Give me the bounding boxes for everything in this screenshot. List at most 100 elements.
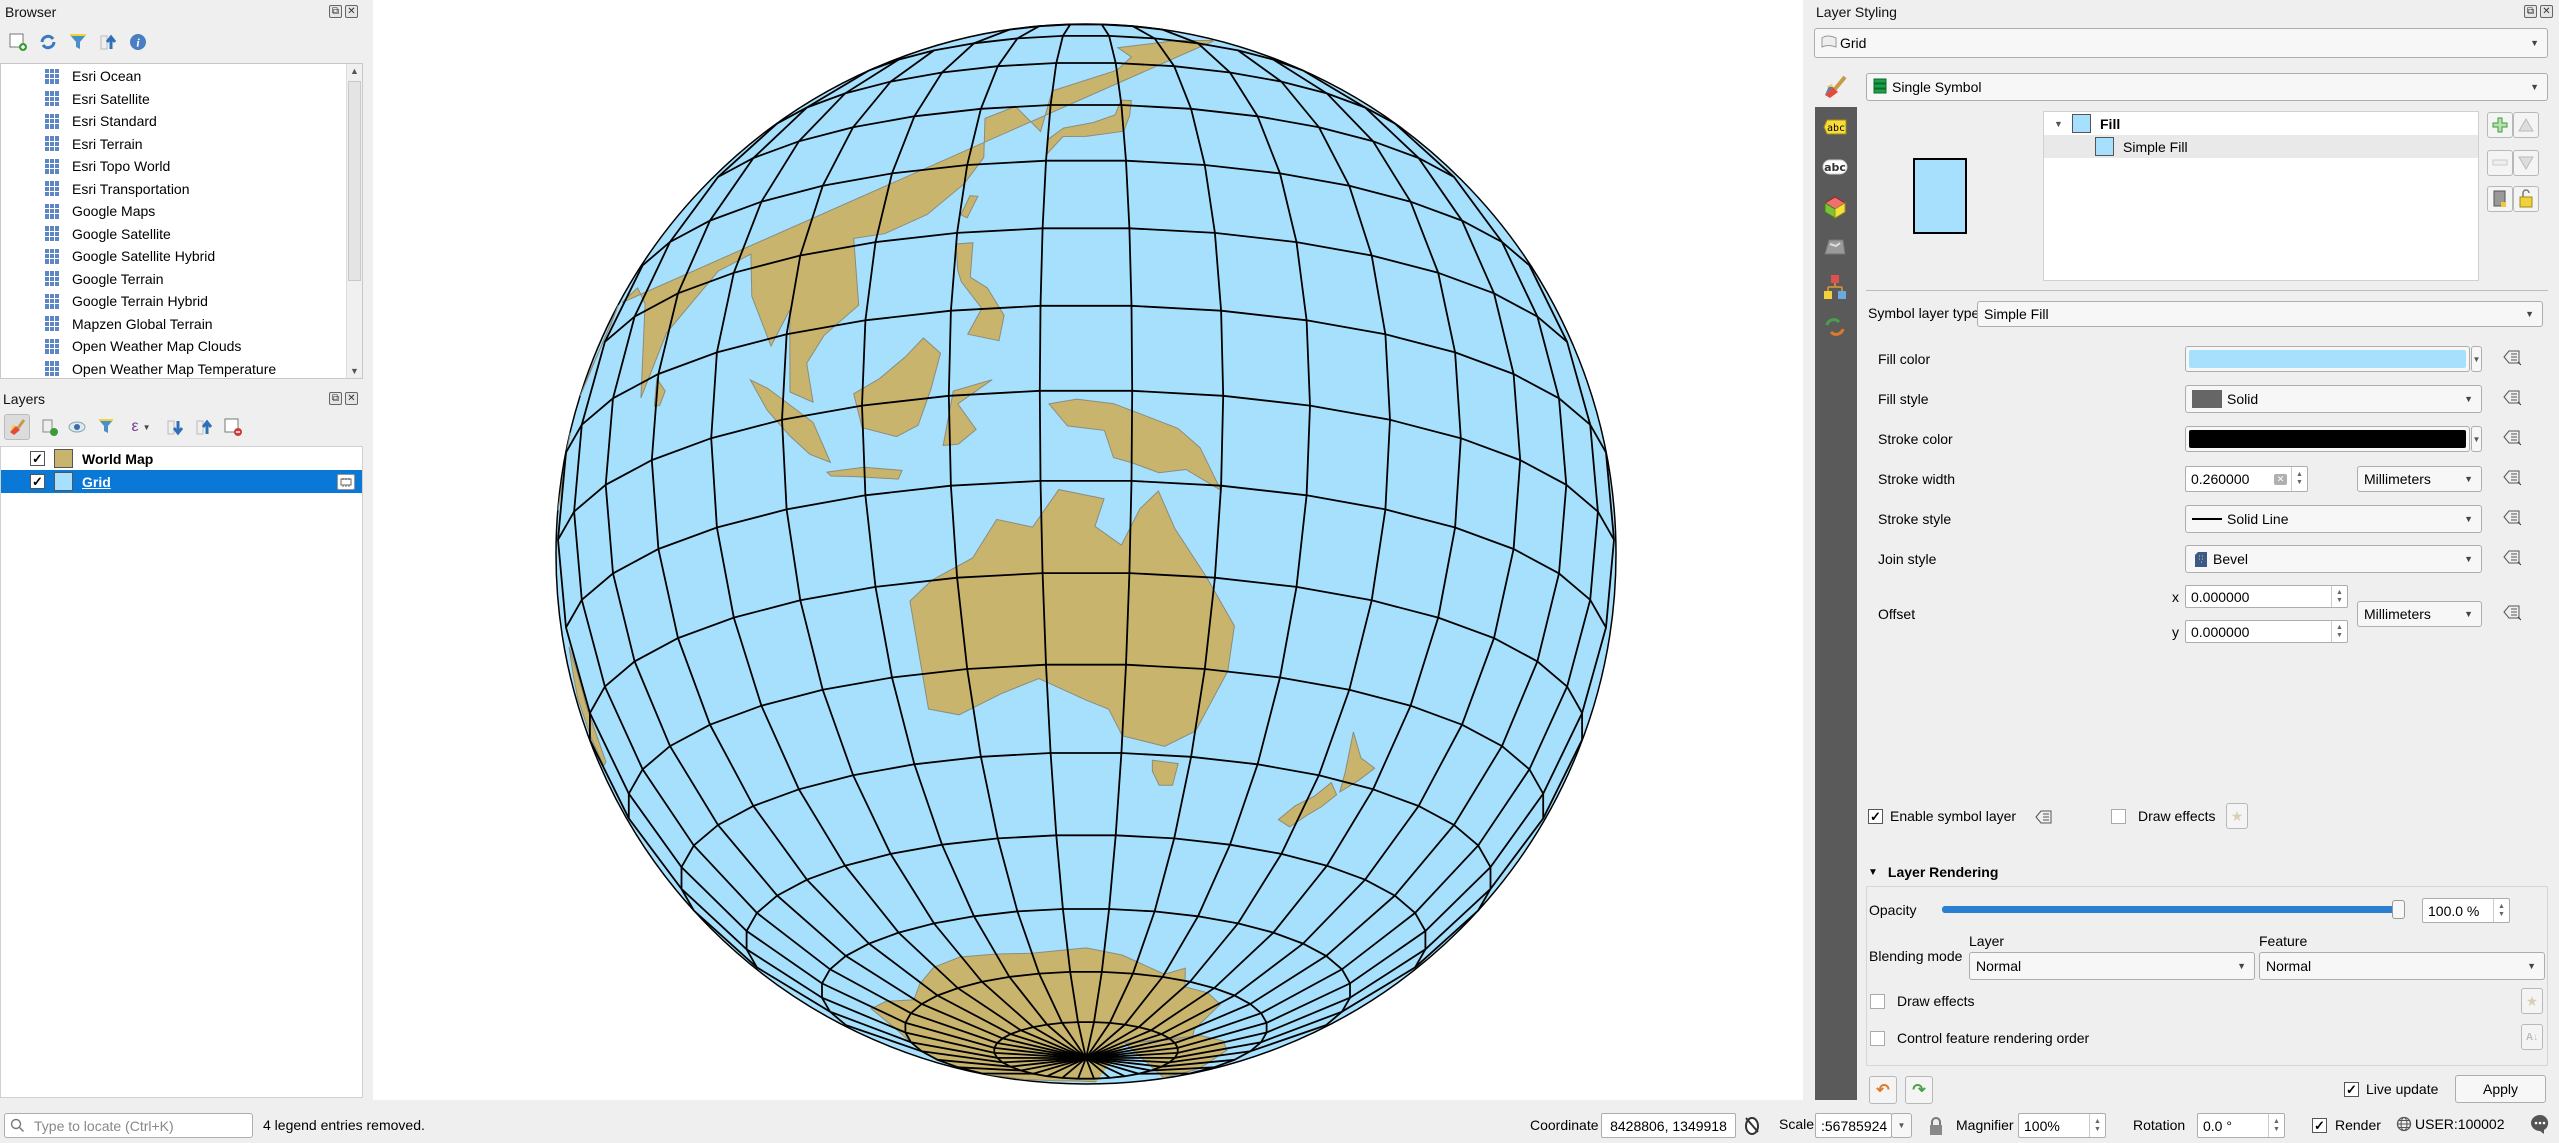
data-defined-override-icon[interactable] (2503, 389, 2521, 407)
draw-effects-checkbox[interactable]: Draw effects (2111, 808, 2216, 824)
data-defined-override-icon[interactable] (2503, 604, 2521, 622)
render-draw-effects-checkbox[interactable]: Draw effects (1870, 993, 1975, 1009)
effects-settings-button[interactable]: ★ (2226, 803, 2248, 829)
render-checkbox[interactable]: ✓ Render (2312, 1117, 2381, 1133)
data-defined-override-icon[interactable] (2503, 349, 2521, 367)
data-defined-override-icon[interactable] (2503, 509, 2521, 527)
float-panel-button[interactable]: ⧉ (329, 5, 342, 18)
render-effects-button[interactable]: ★ (2521, 988, 2543, 1014)
live-update-checkbox[interactable]: ✓ Live update (2344, 1081, 2438, 1097)
symbol-tree-child[interactable]: Simple Fill (2044, 135, 2478, 158)
stroke-width-input[interactable]: 0.260000 ✕ ▲ ▼ (2185, 466, 2308, 492)
spinbox-arrows[interactable]: ▲ ▼ (2089, 1114, 2105, 1137)
redo-button[interactable]: ↷ (1905, 1076, 1933, 1104)
offset-x-input[interactable]: 0.000000 ▲ ▼ (2185, 585, 2348, 608)
browser-item[interactable]: Esri Ocean (1, 65, 362, 88)
browser-tree[interactable]: Esri Ocean Esri Satellite Esri Standard Esr… (0, 63, 363, 379)
layer-visibility-checkbox[interactable]: ✓ (30, 451, 45, 466)
offset-unit-combo[interactable]: Millimeters ▼ (2357, 601, 2482, 627)
float-panel-button[interactable]: ⧉ (2524, 5, 2537, 18)
fill-color-button[interactable] (2185, 346, 2470, 372)
symbology-tab[interactable] (1816, 68, 1856, 108)
lock-color-button[interactable] (2513, 186, 2539, 212)
expression-filter-icon[interactable]: ε ▼ (126, 417, 156, 437)
add-layer-icon[interactable] (8, 32, 28, 52)
browser-item[interactable]: Esri Transportation (1, 178, 362, 201)
opacity-slider-handle[interactable] (2392, 900, 2405, 919)
stroke-color-button[interactable] (2185, 426, 2470, 452)
remove-layer-icon[interactable] (223, 417, 243, 437)
spinbox-arrows[interactable]: ▲ ▼ (2331, 621, 2347, 642)
browser-item[interactable]: Esri Standard (1, 110, 362, 133)
close-panel-button[interactable]: ✕ (345, 5, 358, 18)
browser-item[interactable]: Google Maps (1, 200, 362, 223)
info-icon[interactable]: i (128, 32, 148, 52)
apply-button[interactable]: Apply (2455, 1075, 2546, 1103)
browser-item[interactable]: Google Satellite (1, 223, 362, 246)
checkbox[interactable]: ✓ (1868, 808, 1883, 824)
magnifier-spinbox[interactable]: 100% ▲ ▼ (2018, 1113, 2106, 1138)
stroke-style-combo[interactable]: Solid Line ▼ (2185, 505, 2482, 533)
layer-visibility-checkbox[interactable]: ✓ (30, 474, 45, 489)
lock-scale-icon[interactable] (1928, 1116, 1944, 1139)
symbol-layer-type-combo[interactable]: Simple Fill ▼ (1977, 301, 2543, 327)
symbol-tree-root[interactable]: ▼ Fill (2044, 112, 2478, 135)
duplicate-symbol-layer-button[interactable] (2487, 186, 2513, 212)
offset-y-input[interactable]: 0.000000 ▲ ▼ (2185, 620, 2348, 643)
layer-row-world-map[interactable]: ✓ World Map (1, 447, 362, 470)
feature-blend-combo[interactable]: Normal ▼ (2259, 952, 2545, 980)
browser-item[interactable]: Esri Terrain (1, 133, 362, 156)
add-symbol-layer-button[interactable] (2487, 112, 2513, 138)
stroke-color-dropdown[interactable]: ▼ (2471, 426, 2482, 452)
layer-row-grid[interactable]: ✓ Grid (1, 470, 362, 493)
opacity-slider[interactable] (1942, 906, 2405, 913)
rendering-tab[interactable] (1815, 267, 1855, 307)
scrollbar-thumb[interactable] (348, 81, 361, 281)
browser-item[interactable]: Esri Topo World (1, 155, 362, 178)
scale-combo[interactable]: :56785924 (1815, 1113, 1892, 1138)
3d-view-tab[interactable] (1815, 187, 1855, 227)
opacity-spinbox[interactable]: 100.0 % ▲ ▼ (2422, 898, 2510, 923)
browser-item[interactable]: Open Weather Map Clouds (1, 335, 362, 358)
layer-select-combo[interactable]: Grid ▼ (1814, 28, 2548, 58)
move-down-button[interactable] (2513, 150, 2539, 176)
spinbox-arrows[interactable]: ▲ ▼ (2291, 467, 2307, 491)
undo-button[interactable]: ↶ (1869, 1076, 1897, 1104)
move-up-button[interactable] (2513, 112, 2539, 138)
data-defined-override-icon[interactable] (2503, 429, 2521, 447)
data-defined-override-icon[interactable] (2503, 549, 2521, 567)
stroke-width-unit-combo[interactable]: Millimeters ▼ (2357, 466, 2482, 492)
masks-tab[interactable]: abc (1815, 147, 1855, 187)
toggle-extents-mouse-icon[interactable] (1742, 1114, 1762, 1139)
checkbox[interactable] (1870, 1030, 1885, 1046)
scroll-up-icon[interactable]: ▲ (350, 66, 359, 76)
checkbox[interactable] (2111, 808, 2126, 824)
coordinate-field[interactable]: 8428806, 1349918 (1601, 1113, 1736, 1138)
rotation-spinbox[interactable]: 0.0 ° ▲ ▼ (2197, 1113, 2285, 1138)
remove-symbol-layer-button[interactable] (2487, 150, 2513, 176)
browser-item[interactable]: Esri Satellite (1, 88, 362, 111)
filter-legend-icon[interactable] (97, 417, 117, 437)
checkbox[interactable] (1870, 993, 1885, 1009)
expand-arrow-icon[interactable]: ▼ (2054, 119, 2072, 129)
labels-tab[interactable]: abc (1815, 107, 1855, 147)
layers-tree[interactable]: ✓ World Map ✓ Grid (0, 446, 363, 1098)
close-panel-button[interactable]: ✕ (345, 392, 358, 405)
clear-icon[interactable]: ✕ (2274, 473, 2287, 485)
style-manager-icon[interactable] (4, 414, 30, 440)
fill-style-combo[interactable]: Solid ▼ (2185, 385, 2482, 413)
control-rendering-order-checkbox[interactable]: Control feature rendering order (1870, 1030, 2089, 1046)
browser-item[interactable]: Google Terrain (1, 268, 362, 291)
scale-dropdown[interactable]: ▼ (1891, 1113, 1912, 1138)
browser-scrollbar[interactable]: ▲ ▼ (346, 64, 362, 378)
visibility-eye-icon[interactable] (68, 417, 88, 437)
memory-layer-icon[interactable] (337, 473, 355, 490)
scroll-down-icon[interactable]: ▼ (350, 366, 359, 376)
history-tab[interactable] (1815, 307, 1855, 347)
map-canvas[interactable] (373, 0, 1803, 1100)
browser-item[interactable]: Open Weather Map Temperature (1, 358, 362, 379)
spinbox-arrows[interactable]: ▲ ▼ (2331, 586, 2347, 607)
float-panel-button[interactable]: ⧉ (329, 392, 342, 405)
collapse-all-icon[interactable] (194, 417, 214, 437)
join-style-combo[interactable]: Bevel ▼ (2185, 545, 2482, 573)
